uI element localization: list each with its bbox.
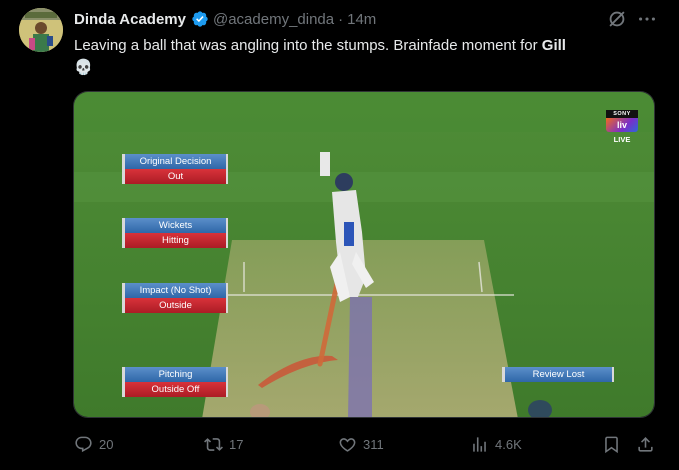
drs-panel-value: Out xyxy=(122,169,228,184)
reply-button[interactable]: 20 xyxy=(74,430,113,458)
drs-panel-value: Outside Off xyxy=(122,382,228,397)
drs-panel-wickets: Wickets Hitting xyxy=(122,218,228,248)
verified-badge-icon xyxy=(192,11,208,27)
reply-icon xyxy=(75,436,92,452)
repost-icon xyxy=(204,437,223,451)
avatar[interactable] xyxy=(19,8,63,52)
bookmark-button[interactable] xyxy=(602,430,627,458)
repost-button[interactable]: 17 xyxy=(204,430,243,458)
tweet-text-body: Leaving a ball that was angling into the… xyxy=(74,37,542,54)
mention-gill[interactable]: Gill xyxy=(542,37,566,54)
like-button[interactable]: 311 xyxy=(338,430,384,458)
like-icon xyxy=(339,437,356,452)
logo-brand: SONY xyxy=(606,110,638,118)
drs-panel-original-decision: Original Decision Out xyxy=(122,154,228,184)
drs-panel-value: Hitting xyxy=(122,233,228,248)
logo-sub: liv xyxy=(606,118,638,132)
drs-panel-title: Wickets xyxy=(122,218,228,233)
drs-panel-title: Pitching xyxy=(122,367,228,382)
header-separator: · xyxy=(338,10,344,28)
share-button[interactable] xyxy=(636,430,661,458)
live-indicator: LIVE xyxy=(613,135,631,144)
bookmark-icon xyxy=(605,436,618,453)
views-button[interactable]: 4.6K xyxy=(470,430,522,458)
skull-emoji: 💀 xyxy=(74,59,93,76)
drs-panel-impact: Impact (No Shot) Outside xyxy=(122,283,228,313)
drs-panel-value: Outside xyxy=(122,298,228,313)
display-name[interactable]: Dinda Academy xyxy=(74,11,186,28)
tweet[interactable]: Dinda Academy @academy_dinda · 14m Leavi… xyxy=(0,0,679,470)
like-count: 311 xyxy=(363,436,384,452)
views-icon xyxy=(473,436,486,452)
repost-count: 17 xyxy=(229,436,244,452)
author-handle[interactable]: @academy_dinda xyxy=(213,11,334,28)
tweet-actions: 20 17 311 4.6K xyxy=(74,430,659,458)
sonyliv-logo: SONY liv LIVE xyxy=(606,110,638,154)
more-icon[interactable] xyxy=(636,8,658,30)
timestamp[interactable]: 14m xyxy=(347,11,376,28)
reply-count: 20 xyxy=(99,436,114,452)
grok-icon[interactable] xyxy=(606,8,628,30)
drs-panel-title: Original Decision xyxy=(122,154,228,169)
views-count: 4.6K xyxy=(495,436,522,452)
tweet-header: Dinda Academy @academy_dinda · 14m xyxy=(74,9,376,29)
share-icon xyxy=(638,436,653,452)
tweet-text: Leaving a ball that was angling into the… xyxy=(74,35,664,78)
drs-panel-title: Impact (No Shot) xyxy=(122,283,228,298)
tweet-media-image[interactable]: SONY liv LIVE Original Decision Out Wick… xyxy=(73,91,655,418)
review-lost-panel: Review Lost xyxy=(502,367,614,382)
drs-panel-pitching: Pitching Outside Off xyxy=(122,367,228,397)
